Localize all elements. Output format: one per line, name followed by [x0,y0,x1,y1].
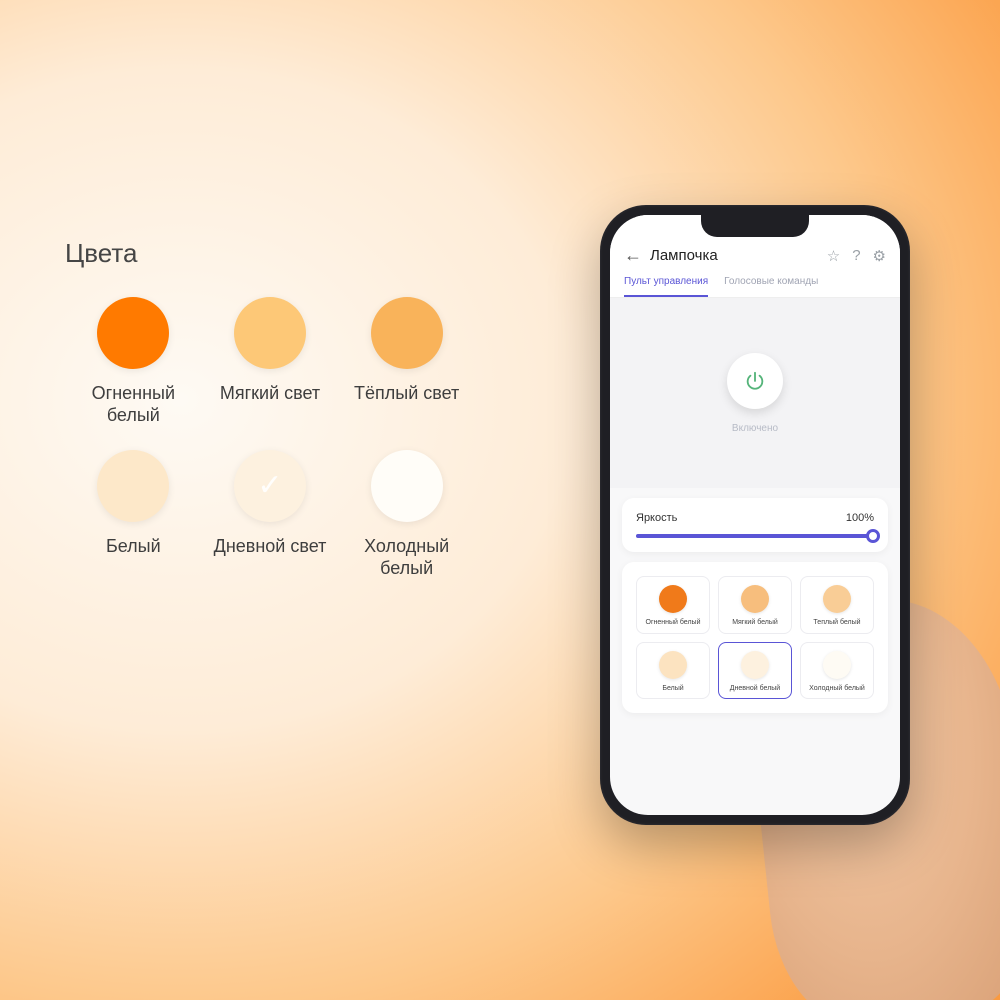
swatch-label: Тёплый свет [354,383,459,405]
swatch-circle [97,450,169,522]
power-status-label: Включено [732,423,778,434]
swatch-label: Холодный белый [364,536,449,579]
color-option-label: Холодный белый [809,685,865,693]
color-option-label: Теплый белый [813,619,860,627]
help-icon[interactable]: ? [852,247,860,265]
swatch-circle: ✓ [234,450,306,522]
palette-grid: Огненный белый Мягкий свет Тёплый свет Белы… [65,297,475,579]
power-section: Включено [610,298,900,488]
color-option-label: Огненный белый [646,619,701,627]
back-icon[interactable]: ← [624,245,642,266]
power-button[interactable] [727,353,783,409]
tab-1[interactable]: Голосовые команды [724,276,818,297]
gear-icon[interactable]: ⚙ [873,247,886,265]
brightness-slider[interactable] [636,534,874,538]
app-tabs: Пульт управления Голосовые команды [624,276,886,297]
color-option[interactable]: Мягкий белый [718,576,792,634]
slider-thumb-icon[interactable] [866,529,880,543]
star-icon[interactable]: ☆ [827,247,840,265]
palette-title: Цвета [65,238,475,269]
phone-notch [701,215,809,237]
app-title: Лампочка [650,247,819,264]
color-dot-icon [659,585,687,613]
color-dot-icon [741,651,769,679]
color-card: Огненный белый Мягкий белый Теплый белый Бе… [622,562,888,713]
color-dot-icon [823,585,851,613]
phone-device: ← Лампочка ☆ ? ⚙ Пульт управления Голосов… [600,205,910,825]
swatch-label: Белый [106,536,161,558]
color-option-label: Мягкий белый [732,619,778,627]
swatch-circle [371,450,443,522]
power-icon [744,370,766,392]
brightness-label: Яркость [636,512,677,524]
swatch-label: Дневной свет [214,536,327,558]
color-option-label: Дневной белый [730,685,780,693]
swatch-circle [371,297,443,369]
color-option[interactable]: Теплый белый [800,576,874,634]
palette-swatch: Мягкий свет [202,297,339,426]
color-option[interactable]: Холодный белый [800,642,874,700]
tab-0[interactable]: Пульт управления [624,276,708,297]
palette-swatch: Огненный белый [65,297,202,426]
app-screen: ← Лампочка ☆ ? ⚙ Пульт управления Голосов… [610,215,900,815]
color-dot-icon [659,651,687,679]
color-grid: Огненный белый Мягкий белый Теплый белый Бе… [636,576,874,699]
palette-swatch: Тёплый свет [338,297,475,426]
color-option[interactable]: Белый [636,642,710,700]
color-option[interactable]: Огненный белый [636,576,710,634]
palette-swatch: Белый [65,450,202,579]
swatch-circle [97,297,169,369]
palette-panel: Цвета Огненный белый Мягкий свет Тёплый св… [65,238,475,579]
color-option[interactable]: Дневной белый [718,642,792,700]
swatch-label: Мягкий свет [220,383,320,405]
palette-swatch: ✓ Дневной свет [202,450,339,579]
brightness-card: Яркость 100% [622,498,888,552]
check-icon: ✓ [257,471,282,501]
color-dot-icon [823,651,851,679]
brightness-value: 100% [846,512,874,524]
palette-swatch: Холодный белый [338,450,475,579]
swatch-label: Огненный белый [92,383,175,426]
color-option-label: Белый [662,685,683,693]
color-dot-icon [741,585,769,613]
swatch-circle [234,297,306,369]
